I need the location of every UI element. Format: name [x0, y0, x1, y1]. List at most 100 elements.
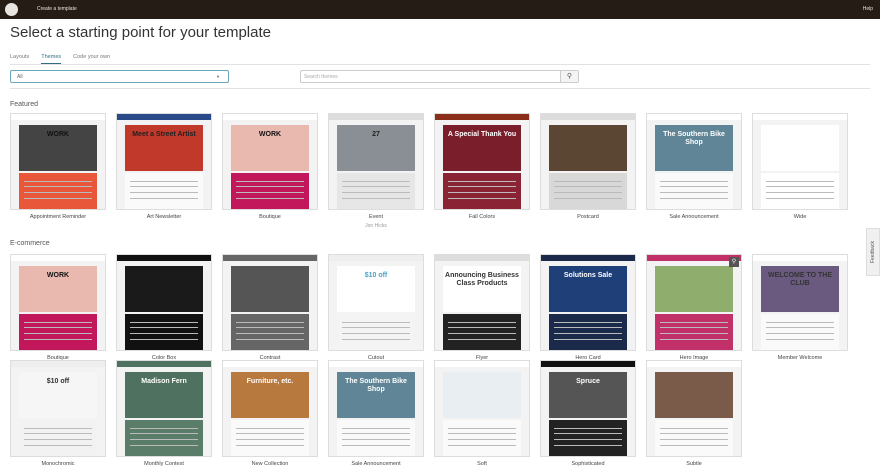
- theme-thumbnail[interactable]: [116, 254, 212, 351]
- theme-thumbnail[interactable]: WORK: [222, 113, 318, 210]
- text-line: [766, 191, 834, 193]
- thumb-headline: WELCOME TO THE CLUB: [767, 272, 833, 288]
- text-line: [554, 180, 622, 182]
- theme-thumbnail[interactable]: [752, 113, 848, 210]
- text-line: [24, 433, 92, 435]
- theme-card[interactable]: The Southern Bike Shop Sale Announcement: [328, 360, 424, 467]
- text-line: [236, 180, 304, 182]
- theme-thumbnail[interactable]: [434, 360, 530, 457]
- theme-card[interactable]: WORK Boutique: [10, 254, 106, 361]
- text-line: [766, 180, 834, 182]
- theme-card[interactable]: Solutions Sale Hero Card: [540, 254, 636, 361]
- theme-card[interactable]: Spruce Sophisticated: [540, 360, 636, 467]
- theme-card[interactable]: Contrast: [222, 254, 318, 361]
- theme-thumbnail[interactable]: $10 off: [328, 254, 424, 351]
- text-line: [660, 332, 728, 334]
- theme-thumbnail[interactable]: WELCOME TO THE CLUB: [752, 254, 848, 351]
- text-line: [24, 327, 92, 329]
- theme-thumbnail[interactable]: 27: [328, 113, 424, 210]
- divider: [10, 88, 870, 89]
- theme-card[interactable]: $10 off Monochromic: [10, 360, 106, 467]
- theme-thumbnail[interactable]: A Special Thank You: [434, 113, 530, 210]
- tab-layouts[interactable]: Layouts: [10, 54, 29, 64]
- text-line: [342, 191, 410, 193]
- text-line: [660, 197, 728, 199]
- category-select[interactable]: All ▼: [10, 70, 229, 83]
- text-line: [342, 197, 410, 199]
- text-line: [448, 186, 516, 188]
- text-line: [24, 186, 92, 188]
- search-input[interactable]: Search themes: [304, 74, 338, 80]
- theme-card[interactable]: Postcard: [540, 113, 636, 220]
- theme-thumbnail[interactable]: WORK: [10, 254, 106, 351]
- thumb-header: [541, 114, 635, 120]
- tab-code-your-own[interactable]: Code your own: [73, 54, 110, 64]
- theme-card[interactable]: Soft: [434, 360, 530, 467]
- thumb-headline: WORK: [46, 272, 70, 280]
- theme-card[interactable]: Subtle: [646, 360, 742, 467]
- theme-thumbnail[interactable]: The Southern Bike Shop: [646, 113, 742, 210]
- text-line: [554, 332, 622, 334]
- theme-thumbnail[interactable]: Spruce: [540, 360, 636, 457]
- tab-themes[interactable]: Themes: [41, 54, 62, 64]
- theme-card[interactable]: Wide: [752, 113, 848, 220]
- thumb-headline: WORK: [258, 131, 282, 139]
- section-heading: E-commerce: [10, 240, 50, 247]
- theme-card[interactable]: The Southern Bike Shop Sale Announcement: [646, 113, 742, 220]
- theme-card[interactable]: WELCOME TO THE CLUB Member Welcome: [752, 254, 848, 361]
- theme-card[interactable]: WORK Boutique: [222, 113, 318, 220]
- theme-thumbnail[interactable]: Announcing Business Class Products: [434, 254, 530, 351]
- theme-thumbnail[interactable]: [540, 113, 636, 210]
- text-line: [24, 332, 92, 334]
- text-line: [342, 433, 410, 435]
- theme-thumbnail[interactable]: WORK: [10, 113, 106, 210]
- thumb-headline: Announcing Business Class Products: [445, 272, 519, 288]
- theme-card[interactable]: Furniture, etc. New Collection: [222, 360, 318, 467]
- thumb-header: [223, 255, 317, 261]
- topbar-title: Create a template: [37, 6, 77, 12]
- theme-name: Appointment Reminder: [29, 214, 87, 220]
- mailchimp-logo-icon[interactable]: [5, 3, 18, 16]
- theme-card[interactable]: Color Box: [116, 254, 212, 361]
- theme-name: Wide: [793, 214, 807, 220]
- theme-card[interactable]: Announcing Business Class Products Flyer: [434, 254, 530, 361]
- theme-card[interactable]: 27 Event Jon Hicks: [328, 113, 424, 229]
- thumb-hero-image: [760, 125, 840, 171]
- theme-card[interactable]: A Special Thank You Fall Colors: [434, 113, 530, 220]
- search-button[interactable]: ⚲: [560, 71, 578, 82]
- theme-name: Monochromic: [41, 461, 75, 467]
- theme-thumbnail[interactable]: [646, 360, 742, 457]
- text-line: [236, 444, 304, 446]
- text-line: [342, 186, 410, 188]
- theme-thumbnail[interactable]: [222, 254, 318, 351]
- thumb-header: [435, 255, 529, 261]
- thumb-header: [647, 114, 741, 120]
- thumb-hero-image: [654, 372, 734, 418]
- thumb-header: [117, 114, 211, 120]
- theme-card[interactable]: WORK Appointment Reminder: [10, 113, 106, 220]
- theme-thumbnail[interactable]: $10 off: [10, 360, 106, 457]
- search-icon: ⚲: [566, 73, 573, 80]
- theme-name: Soft: [477, 461, 487, 467]
- help-link[interactable]: Help: [863, 6, 873, 12]
- theme-card[interactable]: ⚲ Hero Image: [646, 254, 742, 361]
- feedback-tab[interactable]: Feedback: [866, 228, 880, 276]
- text-line: [448, 327, 516, 329]
- thumb-header: [753, 114, 847, 120]
- theme-card[interactable]: Meet a Street Artist Art Newsletter: [116, 113, 212, 220]
- theme-thumbnail[interactable]: Solutions Sale: [540, 254, 636, 351]
- theme-name: Art Newsletter: [146, 214, 182, 220]
- theme-card[interactable]: Madison Fern Monthly Contest: [116, 360, 212, 467]
- theme-thumbnail[interactable]: ⚲: [646, 254, 742, 351]
- theme-card[interactable]: $10 off Cutout: [328, 254, 424, 361]
- search-themes-field[interactable]: Search themes ⚲: [300, 70, 579, 83]
- theme-thumbnail[interactable]: The Southern Bike Shop: [328, 360, 424, 457]
- text-line: [24, 438, 92, 440]
- text-line: [130, 433, 198, 435]
- zoom-preview-icon[interactable]: ⚲: [729, 257, 739, 267]
- theme-thumbnail[interactable]: Furniture, etc.: [222, 360, 318, 457]
- theme-thumbnail[interactable]: Meet a Street Artist: [116, 113, 212, 210]
- theme-thumbnail[interactable]: Madison Fern: [116, 360, 212, 457]
- text-line: [236, 186, 304, 188]
- text-line: [554, 186, 622, 188]
